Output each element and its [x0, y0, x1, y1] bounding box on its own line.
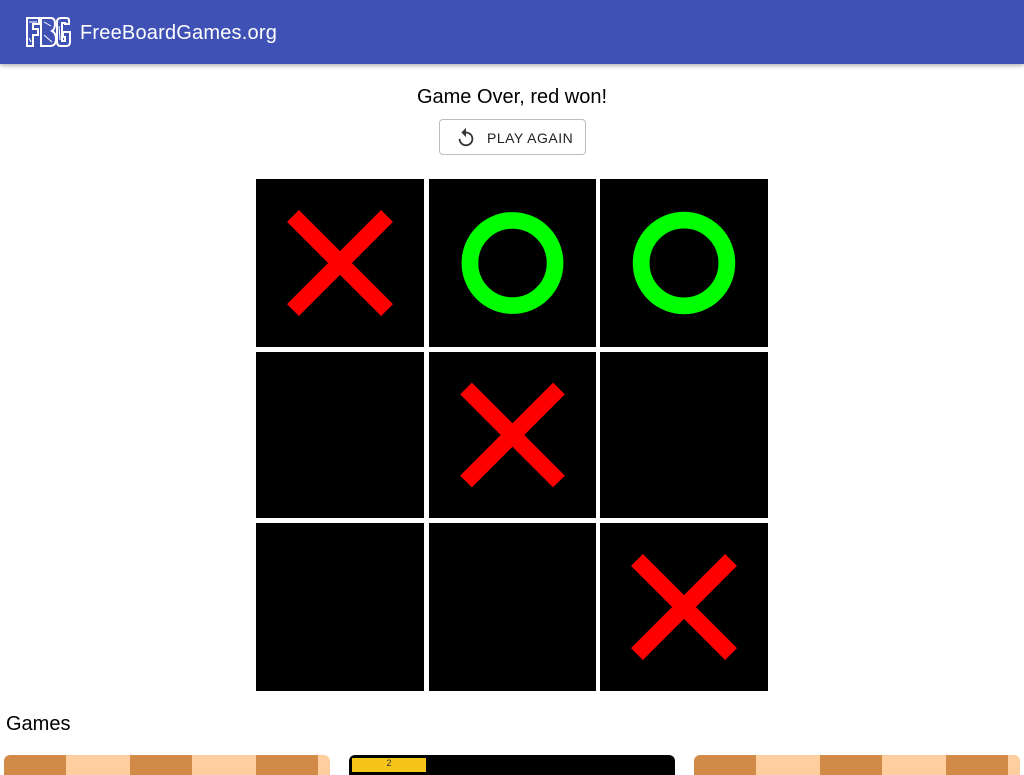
- play-again-label: PLAY AGAIN: [487, 130, 574, 146]
- x-mark-icon: [631, 554, 737, 660]
- board-cell-2-0[interactable]: [256, 523, 424, 691]
- game-card-dark[interactable]: 2: [349, 755, 675, 775]
- board-cell-0-2[interactable]: [600, 179, 768, 347]
- o-mark-icon: [632, 211, 736, 315]
- board-cell-0-0[interactable]: [256, 179, 424, 347]
- brand-link[interactable]: FreeBoardGames.org: [80, 20, 277, 46]
- replay-icon: [458, 127, 474, 147]
- app-bar: FreeBoardGames.org: [0, 0, 1024, 64]
- x-mark-icon: [287, 210, 393, 316]
- board-cell-1-0[interactable]: [256, 352, 424, 518]
- x-mark-icon: [460, 382, 565, 488]
- board-cell-2-2[interactable]: [600, 523, 768, 691]
- board-cell-1-2[interactable]: [600, 352, 768, 518]
- game-card-checkers[interactable]: [694, 755, 1020, 775]
- board-cell-0-1[interactable]: [429, 179, 596, 347]
- board-cell-1-1[interactable]: [429, 352, 596, 518]
- board-cell-2-1[interactable]: [429, 523, 596, 691]
- games-heading: Games: [6, 713, 71, 735]
- fbg-logo[interactable]: [24, 16, 72, 48]
- play-again-button[interactable]: PLAY AGAIN: [439, 119, 586, 155]
- card-mini-label: 2: [352, 758, 426, 772]
- tic-tac-toe-board: [256, 179, 768, 691]
- game-status: Game Over, red won!: [416, 86, 608, 108]
- game-card-chess[interactable]: [4, 755, 330, 775]
- o-mark-icon: [461, 212, 564, 314]
